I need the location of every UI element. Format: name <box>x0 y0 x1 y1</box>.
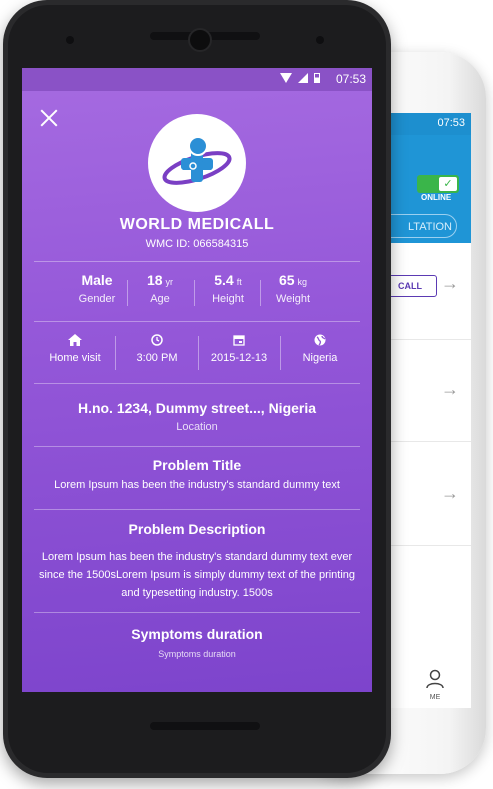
arrow-right-icon[interactable]: → <box>441 273 459 294</box>
call-button[interactable]: CALL <box>383 275 437 297</box>
battery-icon <box>314 73 320 83</box>
stat-value: 5.4 <box>214 272 234 288</box>
info-label: Nigeria <box>302 352 338 364</box>
person-icon <box>426 669 444 689</box>
problem-title-body: Lorem Ipsum has been the industry's stan… <box>54 479 340 491</box>
address-value: H.no. 1234, Dummy street..., Nigeria <box>77 400 317 416</box>
globe-icon <box>314 334 326 346</box>
list-divider <box>383 339 471 340</box>
online-label: ONLINE <box>421 193 452 202</box>
nav-me-label: ME <box>429 694 441 701</box>
divider <box>34 509 360 510</box>
bottom-speaker <box>150 722 260 730</box>
close-icon[interactable] <box>37 106 61 130</box>
divider <box>34 446 360 447</box>
stat-unit: ft <box>236 277 242 287</box>
wmc-id: WMC ID: 066584315 <box>145 238 249 250</box>
sensor <box>316 36 324 44</box>
calendar-icon <box>233 335 245 346</box>
arrow-right-icon[interactable]: → <box>441 483 459 504</box>
problem-description-heading: Problem Description <box>128 521 266 537</box>
divider <box>34 612 360 613</box>
stat-value: Male <box>81 272 113 288</box>
problem-title-heading: Problem Title <box>152 457 242 473</box>
back-status-bar: 07:53 <box>383 113 471 135</box>
list-divider <box>383 545 471 546</box>
stat-value: 65 <box>278 272 295 288</box>
status-time: 07:53 <box>335 72 366 86</box>
call-label: CALL <box>398 281 422 291</box>
nav-me[interactable]: ME <box>415 669 455 701</box>
status-bar: 07:53 <box>22 68 372 91</box>
info-label: 2015-12-13 <box>210 352 268 364</box>
symptoms-heading: Symptoms duration <box>131 626 263 642</box>
back-header: ✓ ONLINE LTATION <box>383 135 471 243</box>
stat-label: Weight <box>275 293 311 305</box>
stat-value: 18 <box>146 272 163 288</box>
home-icon <box>68 334 82 346</box>
divider <box>34 321 360 322</box>
online-toggle[interactable]: ✓ <box>417 175 459 193</box>
divider <box>34 383 360 384</box>
info-label: Home visit <box>49 352 101 364</box>
symptoms-label: Symptoms duration <box>158 649 236 659</box>
stat-unit: yr <box>165 277 174 287</box>
clock-icon <box>151 334 163 346</box>
sensor <box>66 36 74 44</box>
doctor-name: WORLD MEDICALL <box>119 216 275 233</box>
back-status-time: 07:53 <box>437 117 465 129</box>
app-logo <box>148 114 246 212</box>
front-camera <box>188 28 212 52</box>
wifi-icon <box>280 73 292 83</box>
medical-logo-icon <box>162 136 232 185</box>
divider <box>34 261 360 262</box>
info-time: 3:00 PM <box>114 334 200 364</box>
signal-icon <box>298 73 308 83</box>
consultation-button[interactable]: LTATION <box>383 214 457 238</box>
stat-unit: kg <box>297 277 308 287</box>
info-date: 2015-12-13 <box>196 334 282 364</box>
info-country: Nigeria <box>277 334 363 364</box>
problem-description-body: Lorem Ipsum has been the industry's stan… <box>38 551 356 599</box>
info-visit-type: Home visit <box>32 334 118 364</box>
list-divider <box>383 441 471 442</box>
check-icon: ✓ <box>439 177 457 191</box>
address-label: Location <box>176 421 218 433</box>
info-label: 3:00 PM <box>136 352 178 364</box>
arrow-right-icon[interactable]: → <box>441 379 459 400</box>
background-phone-screen: 07:53 ✓ ONLINE LTATION CALL → → → ME <box>383 113 471 708</box>
stat-weight: 65 kg Weight <box>250 272 336 305</box>
app-screen: 07:53 WORLD MEDICALL WMC ID: 066584315 M… <box>22 68 372 692</box>
